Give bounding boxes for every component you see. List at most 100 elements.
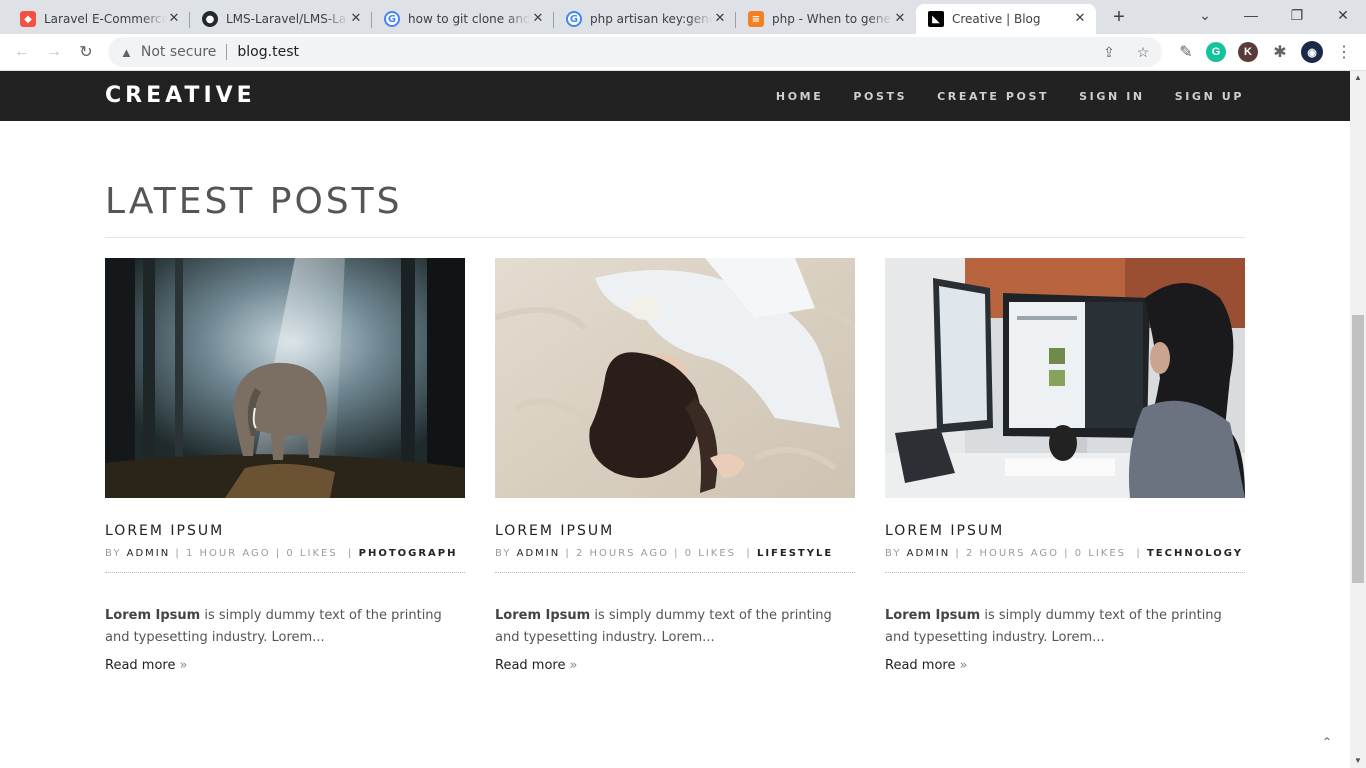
back-button[interactable]: ←	[10, 40, 34, 64]
post-excerpt: Lorem Ipsum is simply dummy text of the …	[495, 605, 835, 649]
bookmark-star-icon[interactable]: ☆	[1134, 43, 1152, 61]
tab-google-key-generate[interactable]: G php artisan key:genera ✕	[554, 4, 736, 34]
post-likes: 0 LIKES	[286, 548, 338, 559]
read-more-link[interactable]: Read more»	[495, 658, 577, 673]
post-card: LOREM IPSUM BY ADMIN | 2 HOURS AGO | 0 L…	[495, 258, 855, 674]
post-card: LOREM IPSUM BY ADMIN | 2 HOURS AGO | 0 L…	[885, 258, 1245, 674]
close-tab-icon[interactable]: ✕	[166, 11, 182, 27]
back-to-top-button[interactable]: ⌃	[1322, 735, 1332, 749]
post-card: LOREM IPSUM BY ADMIN | 1 HOUR AGO | 0 LI…	[105, 258, 465, 674]
meta-separator: |	[955, 548, 961, 559]
post-image-elephant[interactable]	[105, 258, 465, 498]
by-label: BY	[495, 548, 512, 559]
read-more-link[interactable]: Read more»	[105, 658, 187, 673]
meta-separator: |	[1131, 548, 1142, 559]
post-title[interactable]: LOREM IPSUM	[495, 523, 855, 539]
post-category[interactable]: LIFESTYLE	[757, 548, 833, 559]
nav-sign-up[interactable]: SIGN UP	[1175, 90, 1244, 103]
scroll-down-arrow-icon[interactable]: ▼	[1350, 754, 1366, 768]
post-divider	[885, 572, 1245, 573]
tab-laravel-ecommerce[interactable]: ◆ Laravel E-Commerce A ✕	[8, 4, 190, 34]
reload-button[interactable]: ↻	[74, 40, 98, 64]
by-label: BY	[885, 548, 902, 559]
tab-title: php - When to genera	[772, 12, 892, 26]
close-tab-icon[interactable]: ✕	[348, 11, 364, 27]
close-icon: ✕	[1337, 6, 1349, 23]
minimize-button[interactable]: —	[1228, 0, 1274, 30]
double-chevron-right-icon: »	[569, 658, 578, 673]
double-chevron-right-icon: »	[959, 658, 968, 673]
post-excerpt: Lorem Ipsum is simply dummy text of the …	[105, 605, 445, 649]
tab-title: Laravel E-Commerce A	[44, 12, 166, 26]
restore-button[interactable]: ❐	[1274, 0, 1320, 30]
warning-icon: ▲	[120, 44, 133, 60]
post-title[interactable]: LOREM IPSUM	[885, 523, 1245, 539]
share-icon[interactable]: ⇪	[1100, 43, 1118, 61]
read-more-link[interactable]: Read more»	[885, 658, 967, 673]
page-scrollbar[interactable]: ▲ ▼	[1350, 71, 1366, 768]
pen-extension-button[interactable]: ✎	[1174, 40, 1198, 64]
extensions-button[interactable]: ✱	[1268, 40, 1292, 64]
restore-icon: ❐	[1290, 6, 1304, 23]
browser-toolbar: ← → ↻ ▲ Not secure blog.test ⇪ ☆ ✎ G K ✱…	[0, 34, 1366, 71]
chevron-down-icon: ⌄	[1199, 6, 1211, 23]
nav-create-post[interactable]: CREATE POST	[937, 90, 1049, 103]
tab-title: LMS-Laravel/LMS-Lara	[226, 12, 348, 26]
close-tab-icon[interactable]: ✕	[892, 11, 908, 27]
grammarly-extension-icon[interactable]: G	[1206, 42, 1226, 62]
post-category[interactable]: PHOTOGRAPH	[359, 548, 458, 559]
nav-posts[interactable]: POSTS	[853, 90, 907, 103]
security-status[interactable]: Not secure	[141, 44, 217, 60]
post-category[interactable]: TECHNOLOGY	[1147, 548, 1243, 559]
pen-icon: ✎	[1179, 44, 1193, 61]
close-tab-icon[interactable]: ✕	[1072, 11, 1088, 27]
tab-google-git-clone[interactable]: G how to git clone and r ✕	[372, 4, 554, 34]
browser-menu-button[interactable]: ⋮	[1332, 40, 1356, 64]
google-icon: G	[566, 11, 582, 27]
post-excerpt: Lorem Ipsum is simply dummy text of the …	[885, 605, 1225, 649]
site-brand[interactable]: CREATIVE	[105, 83, 256, 108]
post-likes: 0 LIKES	[684, 548, 737, 559]
page-viewport: CREATIVE HOME POSTS CREATE POST SIGN IN …	[0, 71, 1350, 768]
double-chevron-right-icon: »	[179, 658, 188, 673]
post-author[interactable]: ADMIN	[907, 548, 951, 559]
excerpt-bold: Lorem Ipsum	[105, 608, 201, 623]
omnibox-divider	[226, 44, 228, 60]
profile-avatar[interactable]: ◉	[1301, 41, 1323, 63]
post-image-woman-lying[interactable]	[495, 258, 855, 498]
tab-stackoverflow[interactable]: ≡ php - When to genera ✕	[736, 4, 916, 34]
excerpt-bold: Lorem Ipsum	[885, 608, 981, 623]
url-text[interactable]: blog.test	[237, 44, 299, 60]
tab-search-button[interactable]: ⌄	[1182, 0, 1228, 30]
post-divider	[105, 572, 465, 573]
post-time: 1 HOUR AGO	[185, 548, 271, 559]
close-tab-icon[interactable]: ✕	[712, 11, 728, 27]
laravel-icon: ◆	[20, 11, 36, 27]
scroll-up-arrow-icon[interactable]: ▲	[1350, 71, 1366, 85]
tab-title: how to git clone and r	[408, 12, 530, 26]
post-title[interactable]: LOREM IPSUM	[105, 523, 465, 539]
tab-title: Creative | Blog	[952, 12, 1041, 26]
post-time: 2 HOURS AGO	[965, 548, 1059, 559]
section-title: LATEST POSTS	[105, 181, 403, 222]
google-icon: G	[384, 11, 400, 27]
nav-sign-in[interactable]: SIGN IN	[1079, 90, 1145, 103]
close-window-button[interactable]: ✕	[1320, 0, 1366, 30]
close-tab-icon[interactable]: ✕	[530, 11, 546, 27]
post-divider	[495, 572, 855, 573]
post-author[interactable]: ADMIN	[127, 548, 171, 559]
post-meta: BY ADMIN | 2 HOURS AGO | 0 LIKES | TECHN…	[885, 548, 1245, 559]
tab-creative-blog[interactable]: ◣ Creative | Blog ✕	[916, 4, 1096, 34]
meta-separator: |	[175, 548, 181, 559]
new-tab-button[interactable]: +	[1108, 6, 1130, 28]
kebab-menu-icon: ⋮	[1336, 44, 1352, 61]
post-author[interactable]: ADMIN	[517, 548, 561, 559]
read-more-label: Read more	[105, 658, 176, 673]
k-extension-icon[interactable]: K	[1238, 42, 1258, 62]
tab-github-lms[interactable]: ● LMS-Laravel/LMS-Lara ✕	[190, 4, 372, 34]
address-bar[interactable]: ▲ Not secure blog.test ⇪ ☆	[108, 37, 1162, 67]
scrollbar-thumb[interactable]	[1352, 315, 1364, 583]
forward-button[interactable]: →	[42, 40, 66, 64]
post-image-computer-desk[interactable]	[885, 258, 1245, 498]
nav-home[interactable]: HOME	[776, 90, 823, 103]
